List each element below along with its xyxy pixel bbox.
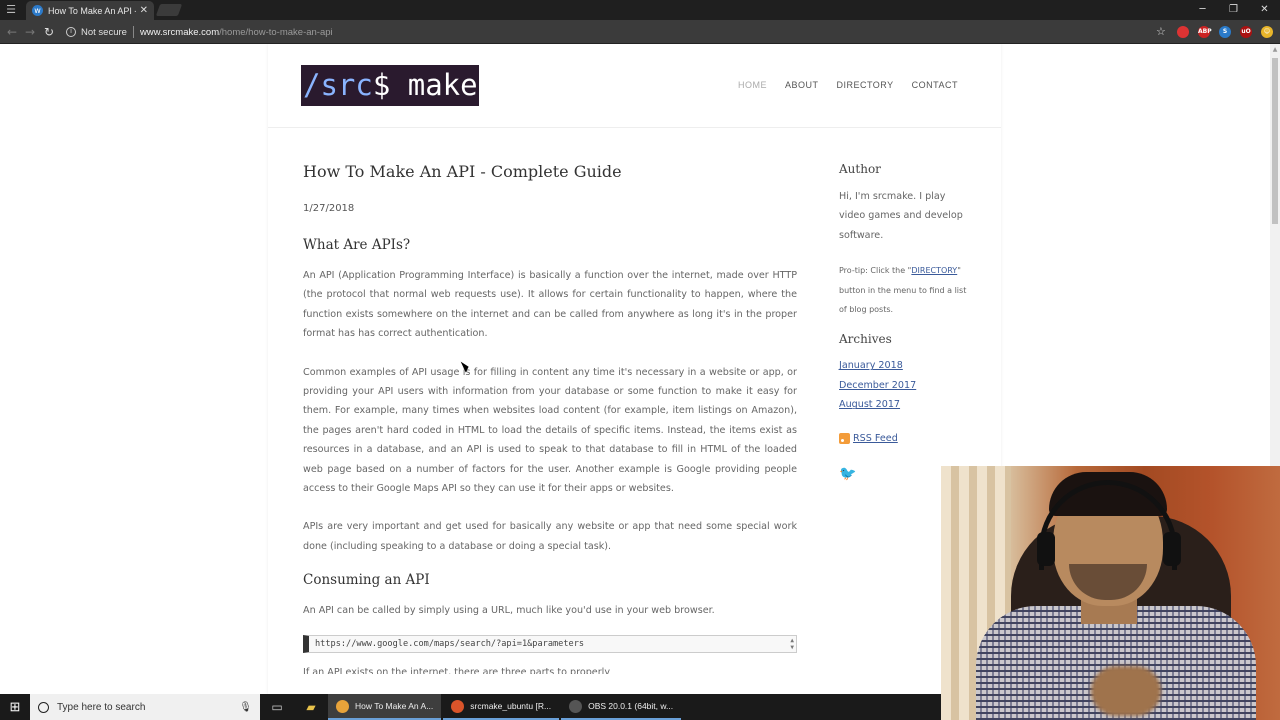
taskbar-app-icon xyxy=(336,699,349,713)
taskbar-app-0[interactable]: How To Make An A... xyxy=(328,694,442,720)
heading-consuming-api: Consuming an API xyxy=(303,572,430,589)
code-text: https://www.google.com/maps/search/?api=… xyxy=(315,638,585,649)
ublock-icon[interactable]: uO xyxy=(1240,26,1252,38)
rss-feed-link[interactable]: RSS Feed xyxy=(839,429,969,449)
cortana-icon xyxy=(38,701,49,713)
webcam-overlay xyxy=(941,466,1280,720)
archive-december-2017[interactable]: December 2017 xyxy=(839,376,969,396)
paragraph-4: An API can be called by simply using a U… xyxy=(303,605,715,617)
address-bar: ← → ↻ i Not secure www.srcmake.com /home… xyxy=(0,20,1280,44)
protip-text: Pro-tip: Click the "DIRECTORY" button in… xyxy=(839,261,969,319)
code-scroll-icon[interactable]: ▲ ▼ xyxy=(790,637,794,651)
rss-label: RSS Feed xyxy=(853,432,898,444)
windows-taskbar: ⊞ Type here to search 🎙 ▭ ▰ How To Make … xyxy=(0,694,941,720)
not-secure-label: Not secure xyxy=(81,26,127,38)
tab-strip: ☰ w How To Make An API - C ✕ ─ ❐ ✕ xyxy=(0,0,1280,20)
url-path: /home/how-to-make-an-api xyxy=(219,26,333,38)
main-nav: HOME ABOUT DIRECTORY CONTACT xyxy=(738,80,958,90)
webcam-hand xyxy=(1091,666,1161,716)
adblock-icon[interactable]: ABP xyxy=(1198,26,1212,38)
forward-arrow-icon[interactable]: → xyxy=(22,24,38,40)
tab-menu-icon[interactable]: ☰ xyxy=(4,3,18,17)
post-content: How To Make An API - Complete Guide 1/27… xyxy=(303,162,797,674)
extension-blue-icon[interactable]: S xyxy=(1219,26,1231,38)
scroll-up-icon[interactable]: ▲ xyxy=(1272,46,1278,53)
minimize-button[interactable]: ─ xyxy=(1187,0,1218,20)
protip-directory-link[interactable]: DIRECTORY xyxy=(911,266,957,275)
paragraph-3: APIs are very important and get used for… xyxy=(303,521,797,552)
logo-rest: $ make xyxy=(372,68,478,102)
url-input[interactable]: i Not secure www.srcmake.com /home/how-t… xyxy=(62,23,1172,41)
file-explorer-icon[interactable]: ▰ xyxy=(294,694,328,720)
headset-left-ear xyxy=(1037,532,1055,566)
nav-directory[interactable]: DIRECTORY xyxy=(836,80,893,90)
tab-close-icon[interactable]: ✕ xyxy=(140,5,148,16)
archive-january-2018[interactable]: January 2018 xyxy=(839,356,969,376)
taskbar-app-1[interactable]: srcmake_ubuntu [R... xyxy=(443,694,560,720)
taskbar-app-icon xyxy=(451,699,465,713)
site-logo[interactable]: /src$ make xyxy=(301,65,479,106)
window-controls: ─ ❐ ✕ xyxy=(1187,0,1280,20)
post-title: How To Make An API - Complete Guide xyxy=(303,162,622,181)
microphone-icon[interactable]: 🎙 xyxy=(239,702,252,713)
taskbar-app-label: OBS 20.0.1 (64bit, w... xyxy=(588,701,674,711)
sidebar: Author Hi, I'm srcmake. I play video gam… xyxy=(839,162,969,482)
paragraph-1: An API (Application Programming Interfac… xyxy=(303,270,797,340)
new-tab-button[interactable] xyxy=(155,4,183,16)
post-date: 1/27/2018 xyxy=(303,203,355,214)
url-host: www.srcmake.com xyxy=(139,26,220,38)
reload-icon[interactable]: ↻ xyxy=(41,24,57,40)
author-heading: Author xyxy=(839,162,881,176)
taskbar-app-label: srcmake_ubuntu [R... xyxy=(470,701,552,711)
paragraph-5-cut: If an API exists on the internet, there … xyxy=(303,666,610,674)
headset-right-ear xyxy=(1163,532,1181,566)
tab-title: How To Make An API - C xyxy=(48,5,136,16)
logo-path: /src xyxy=(303,68,373,102)
windows-start-icon[interactable]: ⊞ xyxy=(0,694,30,720)
bookmark-star-icon[interactable]: ☆ xyxy=(1156,25,1166,38)
weebly-favicon-icon: w xyxy=(32,5,43,16)
site-container: /src$ make HOME ABOUT DIRECTORY CONTACT … xyxy=(268,44,1001,694)
omnibox-divider xyxy=(132,26,134,38)
scroll-thumb[interactable] xyxy=(1272,58,1278,224)
taskbar-apps: How To Make An A... srcmake_ubuntu [R... O… xyxy=(328,694,683,720)
browser-tab[interactable]: w How To Make An API - C ✕ xyxy=(26,1,154,20)
info-icon[interactable]: i xyxy=(66,27,76,37)
task-view-icon[interactable]: ▭ xyxy=(260,694,294,720)
back-arrow-icon[interactable]: ← xyxy=(4,24,20,40)
archive-august-2017[interactable]: August 2017 xyxy=(839,395,969,415)
opera-icon[interactable] xyxy=(1177,26,1189,38)
nav-home[interactable]: HOME xyxy=(738,80,767,90)
nav-about[interactable]: ABOUT xyxy=(785,80,819,90)
archives-heading: Archives xyxy=(839,332,892,347)
taskbar-search-input[interactable]: Type here to search 🎙 xyxy=(30,694,260,720)
emoji-icon[interactable]: ☺ xyxy=(1261,26,1273,38)
author-text: Hi, I'm srcmake. I play video games and … xyxy=(839,191,963,241)
nav-contact[interactable]: CONTACT xyxy=(912,80,958,90)
paragraph-2: Common examples of API usage is for fill… xyxy=(303,366,797,495)
heading-what-are-apis: What Are APIs? xyxy=(303,237,411,253)
search-placeholder: Type here to search xyxy=(57,701,146,713)
site-header: /src$ make HOME ABOUT DIRECTORY CONTACT xyxy=(268,44,1001,128)
archives-list: January 2018 December 2017 August 2017 xyxy=(839,356,969,415)
taskbar-app-label: How To Make An A... xyxy=(355,701,434,711)
rss-icon xyxy=(839,433,850,445)
code-snippet[interactable]: https://www.google.com/maps/search/?api=… xyxy=(303,634,797,653)
taskbar-app-2[interactable]: OBS 20.0.1 (64bit, w... xyxy=(561,694,682,720)
restore-button[interactable]: ❐ xyxy=(1218,0,1249,20)
protip-pre: Pro-tip: Click the " xyxy=(839,266,912,276)
close-window-button[interactable]: ✕ xyxy=(1249,0,1280,20)
taskbar-app-icon xyxy=(569,699,583,713)
